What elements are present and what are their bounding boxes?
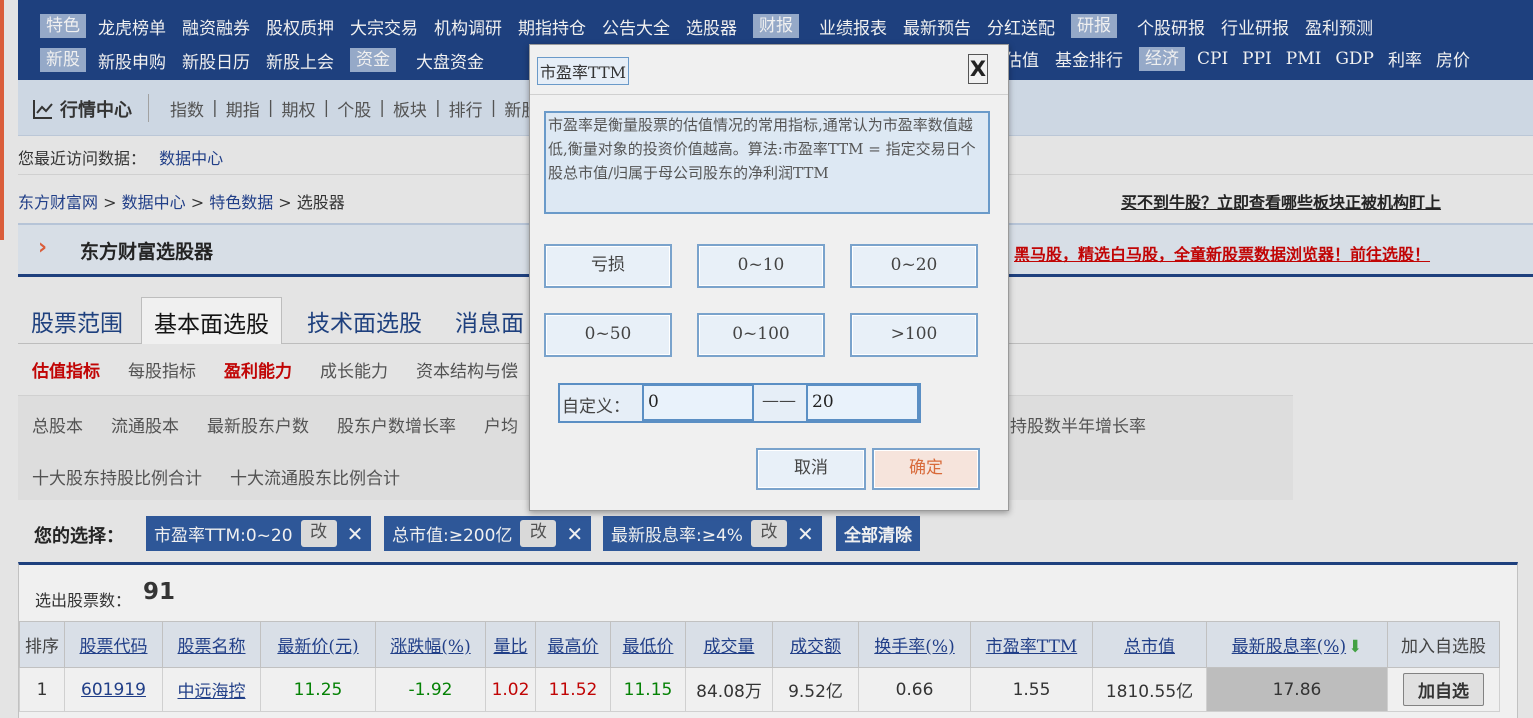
option-0-100-button[interactable]: 0~100 bbox=[697, 313, 825, 357]
dialog-header: 市盈率TTM X bbox=[530, 45, 1008, 95]
option-0-50-button[interactable]: 0~50 bbox=[544, 313, 672, 357]
custom-min-input[interactable]: 0 bbox=[642, 384, 754, 421]
cancel-button[interactable]: 取消 bbox=[756, 448, 866, 490]
option-loss-button[interactable]: 亏损 bbox=[544, 244, 672, 288]
dialog-title: 市盈率TTM bbox=[537, 57, 630, 85]
option-0-10-button[interactable]: 0~10 bbox=[697, 244, 825, 288]
custom-label: 自定义： bbox=[562, 397, 630, 417]
range-separator: —— bbox=[762, 391, 796, 411]
close-icon[interactable]: X bbox=[968, 54, 988, 84]
option-over-100-button[interactable]: >100 bbox=[850, 313, 978, 357]
custom-max-input[interactable]: 20 bbox=[806, 384, 919, 421]
dialog-description: 市盈率是衡量股票的估值情况的常用指标,通常认为市盈率数值越低,衡量对象的投资价值… bbox=[544, 111, 990, 214]
option-0-20-button[interactable]: 0~20 bbox=[850, 244, 978, 288]
confirm-button[interactable]: 确定 bbox=[872, 448, 980, 490]
pe-ttm-dialog: 市盈率TTM X 市盈率是衡量股票的估值情况的常用指标,通常认为市盈率数值越低,… bbox=[529, 44, 1009, 511]
